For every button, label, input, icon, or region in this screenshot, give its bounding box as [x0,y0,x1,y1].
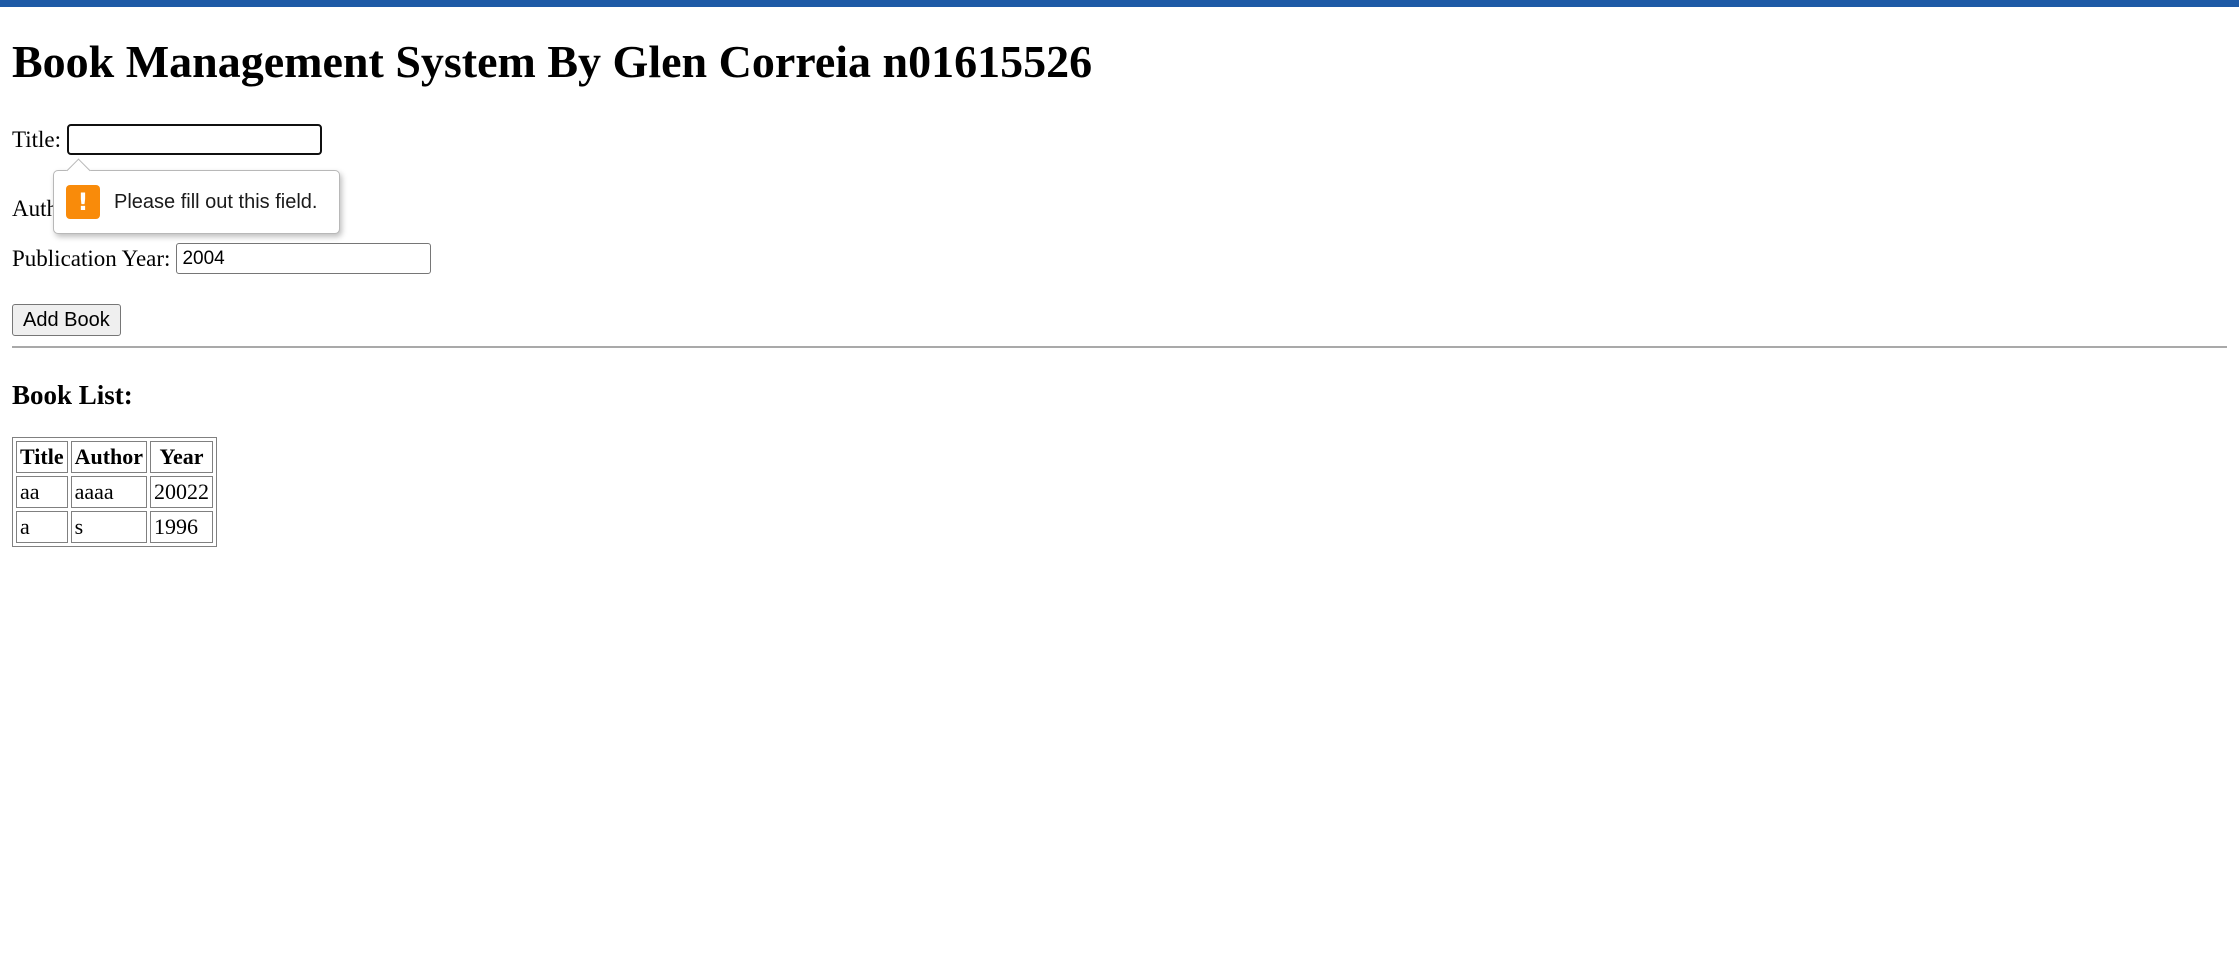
cell-year: 1996 [150,511,214,543]
column-header-author: Author [70,441,148,473]
cell-author: aaaa [70,476,148,508]
section-divider [12,346,2227,348]
validation-tooltip: ! Please fill out this field. [53,158,340,234]
year-label: Publication Year: [12,245,171,271]
page-title: Book Management System By Glen Correia n… [12,36,1093,87]
tooltip-arrow [66,158,91,183]
table-header-row: Title Author Year [16,441,214,473]
year-input[interactable] [176,243,432,274]
cell-title: a [16,511,68,543]
book-table: Title Author Year aa aaaa 20022 a s 1996 [12,437,218,547]
title-row: Title: [12,124,323,155]
title-input[interactable] [67,124,323,155]
cell-title: aa [16,476,68,508]
validation-message: Please fill out this field. [114,190,318,213]
cell-author: s [70,511,148,543]
column-header-year: Year [150,441,214,473]
year-row: Publication Year: [12,243,432,274]
table-row: a s 1996 [16,511,214,543]
book-list-heading: Book List: [12,380,133,410]
title-label: Title: [12,126,62,152]
cell-year: 20022 [150,476,214,508]
top-accent-bar [0,0,2239,7]
add-book-button[interactable]: Add Book [12,304,121,336]
author-label: Auth [12,195,58,221]
column-header-title: Title [16,441,68,473]
warning-icon: ! [66,185,100,219]
table-row: aa aaaa 20022 [16,476,214,508]
